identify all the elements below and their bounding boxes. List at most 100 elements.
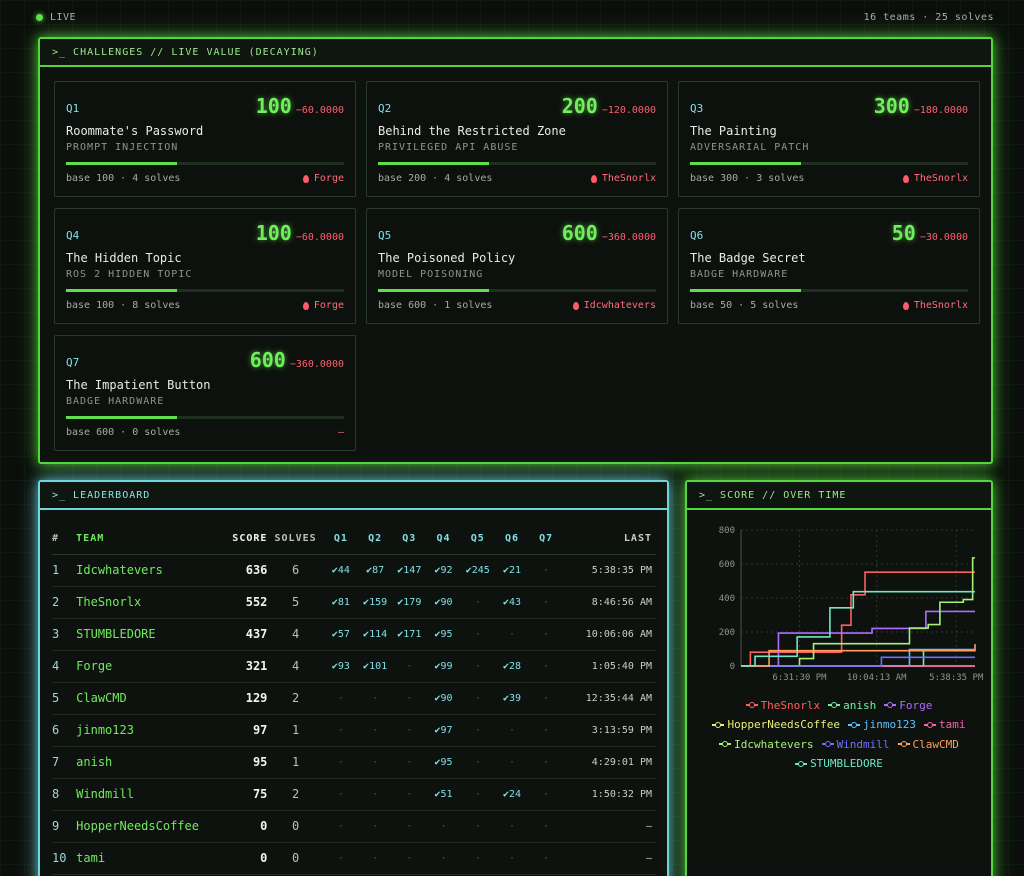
blood-drop-icon: [302, 301, 309, 310]
challenge-card-q5[interactable]: Q5 600 −360.0000 The Poisoned Policy MODEL P…: [366, 208, 668, 324]
challenge-category: BADGE HARDWARE: [66, 396, 165, 407]
legend-item-hopperneedscoffee[interactable]: HopperNeedsCoffee: [712, 716, 840, 733]
table-row[interactable]: 5 ClawCMD 129 2 · · · ✔90 · ✔39 · 12:35:44 AM: [52, 682, 656, 715]
legend-label: Windmill: [836, 737, 890, 751]
team-name-cell[interactable]: ClawCMD: [76, 682, 218, 715]
challenge-card-q6[interactable]: Q6 50 −30.0000 The Badge Secret BADGE HARDWA…: [678, 208, 980, 324]
challenge-meta: base 600 · 0 solves: [66, 427, 181, 438]
team-name-cell[interactable]: TheSnorlx: [76, 586, 218, 619]
challenge-decay: −120.0000: [601, 105, 656, 116]
challenge-id: Q3: [690, 102, 704, 115]
challenge-category: ROS 2 HIDDEN TOPIC: [66, 269, 193, 280]
challenge-value: 600 −360.0000: [250, 348, 344, 372]
team-name-cell[interactable]: jinmo123: [76, 714, 218, 747]
team-name-cell[interactable]: tami: [76, 842, 218, 875]
blood-drop-icon: [902, 301, 909, 310]
chart-legend: TheSnorlx anish Forge HopperNeedsCoffee jinm…: [687, 694, 991, 772]
challenge-category: ADVERSARIAL PATCH: [690, 142, 810, 153]
legend-item-stumbledore[interactable]: STUMBLEDORE: [795, 755, 883, 772]
solve-cell-q3: ·: [392, 778, 427, 811]
solve-cell-q7: ·: [529, 586, 564, 619]
challenge-card-q7[interactable]: Q7 600 −360.0000 The Impatient Button BADGE …: [54, 335, 356, 451]
blood-drop-icon: [902, 174, 909, 183]
first-blood-team: Idcwhatevers: [583, 300, 656, 311]
legend-item-idcwhatevers[interactable]: Idcwhatevers: [719, 736, 814, 753]
challenge-decay: −30.0000: [919, 232, 968, 243]
legend-swatch-icon: [924, 721, 937, 728]
legend-swatch-icon: [745, 702, 758, 708]
legend-item-jinmo123[interactable]: jinmo123: [848, 716, 916, 733]
solve-cell-q2: ·: [357, 682, 393, 715]
challenge-value: 100 −60.0000: [256, 94, 344, 118]
solve-cell-q1: ✔57: [323, 618, 358, 651]
team-name-cell[interactable]: HopperNeedsCoffee: [76, 810, 218, 843]
team-name-cell[interactable]: Idcwhatevers: [76, 554, 218, 587]
table-row[interactable]: 10 tami 0 0 · · · · · · · –: [52, 842, 656, 875]
first-blood: Forge: [302, 300, 344, 311]
table-row[interactable]: 2 TheSnorlx 552 5 ✔81 ✔159 ✔179 ✔90 · ✔43 · 8:46:56…: [52, 586, 656, 619]
solve-cell-q5: ·: [460, 618, 495, 651]
first-blood: –: [338, 427, 344, 438]
first-blood-team: –: [337, 427, 344, 438]
rank-cell: 5: [52, 682, 77, 715]
rank-cell: 2: [52, 586, 77, 619]
challenge-card-q4[interactable]: Q4 100 −60.0000 The Hidden Topic ROS 2 HIDDE…: [54, 208, 356, 324]
legend-item-clawcmd[interactable]: ClawCMD: [897, 736, 959, 753]
solve-cell-q1: ·: [323, 746, 358, 779]
solve-cell-q3: ✔179: [392, 586, 427, 619]
legend-label: ClawCMD: [912, 737, 959, 751]
legend-label: Idcwhatevers: [734, 737, 814, 751]
team-name-cell[interactable]: Windmill: [76, 778, 218, 811]
challenge-id: Q7: [66, 356, 80, 369]
solve-cell-q6: ✔43: [494, 586, 530, 619]
challenge-card-q2[interactable]: Q2 200 −120.0000 Behind the Restricted Zone…: [366, 81, 668, 197]
table-row[interactable]: 6 jinmo123 97 1 · · · ✔97 · · · 3:13:59 PM: [52, 714, 656, 747]
legend-label: tami: [939, 718, 966, 731]
legend-item-thesnorlx[interactable]: TheSnorlx: [745, 697, 820, 714]
solve-cell-q1: ·: [323, 810, 358, 843]
score-cell: 636: [217, 554, 268, 587]
solve-cell-q4: ✔95: [426, 746, 461, 779]
challenge-id: Q4: [66, 229, 80, 242]
solve-cell-q7: ·: [529, 778, 564, 811]
y-tick-label: 800: [719, 526, 735, 536]
first-blood-team: Forge: [313, 173, 344, 184]
challenge-points: 100: [255, 94, 292, 118]
last-solve-cell: 4:29:01 PM: [563, 746, 656, 779]
table-row[interactable]: 7 anish 95 1 · · · ✔95 · · · 4:29:01 PM: [52, 746, 656, 779]
team-name-cell[interactable]: Forge: [76, 650, 218, 683]
table-row[interactable]: 4 Forge 321 4 ✔93 ✔101 · ✔99 · ✔28 · 1:05:40 PM: [52, 650, 656, 683]
solve-cell-q4: ✔51: [426, 778, 461, 811]
challenge-points: 200: [561, 94, 598, 118]
table-row[interactable]: 3 STUMBLEDORE 437 4 ✔57 ✔114 ✔171 ✔95 · · · 10:06:0…: [52, 618, 656, 651]
challenge-progress-fill: [66, 416, 178, 419]
solve-cell-q6: ·: [494, 714, 530, 747]
legend-item-tami[interactable]: tami: [924, 716, 966, 733]
last-solve-cell: 12:35:44 AM: [563, 682, 656, 715]
legend-item-forge[interactable]: Forge: [884, 697, 932, 714]
table-row[interactable]: 9 HopperNeedsCoffee 0 0 · · · · · · · –: [52, 810, 656, 843]
solve-cell-q2: ·: [357, 810, 393, 843]
challenge-title: The Hidden Topic: [66, 251, 182, 265]
teams-solves-stats: 16 teams · 25 solves: [863, 11, 994, 23]
challenge-card-q1[interactable]: Q1 100 −60.0000 Roommate's Password PROMPT I…: [54, 81, 356, 197]
team-name-cell[interactable]: STUMBLEDORE: [76, 618, 218, 651]
last-solve-cell: 3:13:59 PM: [563, 714, 656, 747]
first-blood-team: Forge: [313, 300, 344, 311]
challenge-progress-bar: [378, 289, 656, 292]
legend-item-windmill[interactable]: Windmill: [821, 736, 890, 753]
challenge-card-q3[interactable]: Q3 300 −180.0000 The Painting ADVERSARIAL PA…: [678, 81, 980, 197]
challenge-id: Q2: [378, 102, 392, 115]
table-row[interactable]: 8 Windmill 75 2 · · · ✔51 · ✔24 · 1:50:32 PM: [52, 778, 656, 811]
challenge-title: Roommate's Password: [66, 124, 204, 138]
solve-cell-q6: ·: [494, 618, 530, 651]
team-name-cell[interactable]: anish: [76, 746, 218, 779]
leaderboard-table: # TEAM SCORE SOLVES Q1 Q2 Q3 Q4 Q5 Q6 Q7 LAST 1 Idcw…: [52, 524, 656, 875]
table-row[interactable]: 1 Idcwhatevers 636 6 ✔44 ✔87 ✔147 ✔92 ✔245 ✔21 · 5:…: [52, 554, 656, 587]
solve-cell-q4: ✔90: [426, 682, 461, 715]
solves-cell: 4: [267, 650, 324, 683]
legend-item-anish[interactable]: anish: [828, 697, 876, 714]
solve-cell-q5: ·: [460, 714, 495, 747]
score-cell: 0: [217, 810, 268, 843]
solve-cell-q5: ·: [460, 586, 495, 619]
